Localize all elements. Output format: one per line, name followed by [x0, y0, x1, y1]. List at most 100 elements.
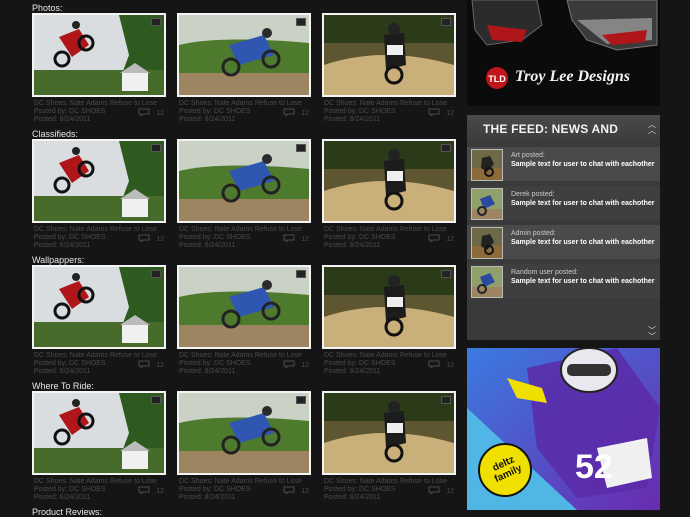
card-title[interactable]: DC Shoes: Nate Adams Refuse to Lose	[34, 478, 166, 486]
feed-item-message: Sample text for user to chat with eachot…	[511, 239, 655, 246]
card-posted-date: Posted: 8/24/2011	[34, 116, 91, 123]
photos-card[interactable]: DC Shoes: Nate Adams Refuse to Lose Poste…	[322, 13, 456, 124]
card-meta: DC Shoes: Nate Adams Refuse to Lose Poste…	[177, 100, 311, 124]
card-thumbnail[interactable]	[177, 391, 311, 475]
card-thumbnail[interactable]	[322, 139, 456, 223]
comments-icon[interactable]	[138, 108, 150, 116]
feed-item[interactable]: Derek posted: Sample text for user to ch…	[467, 186, 660, 220]
section-title-product-reviews: Product Reviews:	[32, 507, 103, 517]
card-title[interactable]: DC Shoes: Nate Adams Refuse to Lose	[179, 100, 311, 108]
section-title-wallpapers: Wallpappers:	[32, 255, 85, 265]
helmet-graphic: TLD	[467, 0, 660, 106]
thumbnail-badge-icon	[441, 144, 451, 152]
thumbnail-badge-icon	[296, 270, 306, 278]
card-meta: DC Shoes: Nate Adams Refuse to Lose Poste…	[177, 352, 311, 376]
section-title-photos: Photos:	[32, 3, 63, 13]
wallpapers-card[interactable]: DC Shoes: Nate Adams Refuse to Lose Poste…	[177, 265, 311, 376]
card-title[interactable]: DC Shoes: Nate Adams Refuse to Lose	[179, 226, 311, 234]
thumbnail-badge-icon	[296, 396, 306, 404]
card-thumbnail[interactable]	[177, 265, 311, 349]
comments-icon[interactable]	[283, 486, 295, 494]
card-meta: DC Shoes: Nate Adams Refuse to Lose Poste…	[322, 478, 456, 502]
thumbnail-badge-icon	[151, 18, 161, 26]
card-title[interactable]: DC Shoes: Nate Adams Refuse to Lose	[34, 352, 166, 360]
card-meta: DC Shoes: Nate Adams Refuse to Lose Poste…	[322, 226, 456, 250]
comment-count: 12	[301, 236, 309, 243]
comments-icon[interactable]	[283, 234, 295, 242]
comment-count: 12	[446, 488, 454, 495]
comments-icon[interactable]	[138, 234, 150, 242]
deltz-family-ad[interactable]: 52 deltz family	[467, 348, 660, 510]
card-title[interactable]: DC Shoes: Nate Adams Refuse to Lose	[324, 478, 456, 486]
comments-icon[interactable]	[428, 360, 440, 368]
race-number: 52	[575, 448, 613, 486]
feed-item-author: Random user posted:	[511, 269, 578, 276]
comment-count: 12	[446, 362, 454, 369]
section-title-where-to-ride: Where To Ride:	[32, 381, 94, 391]
comments-icon[interactable]	[428, 234, 440, 242]
feed-item-message: Sample text for user to chat with eachot…	[511, 161, 655, 168]
comments-icon[interactable]	[138, 360, 150, 368]
card-thumbnail[interactable]	[32, 139, 166, 223]
comment-count: 12	[446, 110, 454, 117]
photos-card[interactable]: DC Shoes: Nate Adams Refuse to Lose Poste…	[32, 13, 166, 124]
feed-item-thumbnail	[471, 188, 503, 220]
card-title[interactable]: DC Shoes: Nate Adams Refuse to Lose	[324, 352, 456, 360]
card-title[interactable]: DC Shoes: Nate Adams Refuse to Lose	[324, 100, 456, 108]
comments-icon[interactable]	[138, 486, 150, 494]
comments-icon[interactable]	[428, 486, 440, 494]
card-title[interactable]: DC Shoes: Nate Adams Refuse to Lose	[324, 226, 456, 234]
card-thumbnail[interactable]	[32, 13, 166, 97]
card-meta: DC Shoes: Nate Adams Refuse to Lose Poste…	[32, 226, 166, 250]
card-title[interactable]: DC Shoes: Nate Adams Refuse to Lose	[34, 100, 166, 108]
classifieds-card[interactable]: DC Shoes: Nate Adams Refuse to Lose Poste…	[177, 139, 311, 250]
feed-item[interactable]: Random user posted: Sample text for user…	[467, 264, 660, 298]
card-thumbnail[interactable]	[32, 391, 166, 475]
card-meta: DC Shoes: Nate Adams Refuse to Lose Poste…	[322, 352, 456, 376]
card-thumbnail[interactable]	[322, 13, 456, 97]
card-title[interactable]: DC Shoes: Nate Adams Refuse to Lose	[34, 226, 166, 234]
feed-item[interactable]: Art posted: Sample text for user to chat…	[467, 147, 660, 181]
comments-icon[interactable]	[283, 108, 295, 116]
card-thumbnail[interactable]	[322, 391, 456, 475]
feed-item-thumbnail	[471, 227, 503, 259]
feed-item-message: Sample text for user to chat with eachot…	[511, 278, 655, 285]
feed-item[interactable]: Admin posted: Sample text for user to ch…	[467, 225, 660, 259]
feed-item-thumbnail	[471, 149, 503, 181]
card-title[interactable]: DC Shoes: Nate Adams Refuse to Lose	[179, 352, 311, 360]
card-posted-date: Posted: 8/24/2011	[324, 116, 381, 123]
card-thumbnail[interactable]	[32, 265, 166, 349]
feed-item-message: Sample text for user to chat with eachot…	[511, 200, 655, 207]
comments-icon[interactable]	[428, 108, 440, 116]
thumbnail-badge-icon	[441, 18, 451, 26]
card-meta: DC Shoes: Nate Adams Refuse to Lose Poste…	[32, 100, 166, 124]
wallpapers-card[interactable]: DC Shoes: Nate Adams Refuse to Lose Poste…	[32, 265, 166, 376]
comment-count: 12	[301, 362, 309, 369]
card-thumbnail[interactable]	[322, 265, 456, 349]
card-posted-date: Posted: 8/24/2011	[179, 494, 236, 501]
card-posted-date: Posted: 8/24/2011	[324, 368, 381, 375]
troy-lee-designs-ad[interactable]: TLD Troy Lee Designs	[467, 0, 660, 106]
where-to-ride-card[interactable]: DC Shoes: Nate Adams Refuse to Lose Poste…	[32, 391, 166, 502]
wallpapers-card[interactable]: DC Shoes: Nate Adams Refuse to Lose Poste…	[322, 265, 456, 376]
svg-text:TLD: TLD	[488, 74, 506, 84]
feed-item-author: Art posted:	[511, 152, 545, 159]
comments-icon[interactable]	[283, 360, 295, 368]
comment-count: 12	[301, 488, 309, 495]
feed-scroll-up-icon[interactable]: ︿ ︿	[648, 121, 656, 135]
troy-lee-designs-logo-text: Troy Lee Designs	[515, 68, 630, 85]
photos-card[interactable]: DC Shoes: Nate Adams Refuse to Lose Poste…	[177, 13, 311, 124]
card-meta: DC Shoes: Nate Adams Refuse to Lose Poste…	[177, 478, 311, 502]
feed-item-author: Admin posted:	[511, 230, 556, 237]
card-posted-date: Posted: 8/24/2011	[324, 242, 381, 249]
card-title[interactable]: DC Shoes: Nate Adams Refuse to Lose	[179, 478, 311, 486]
feed-item-thumbnail	[471, 266, 503, 298]
where-to-ride-card[interactable]: DC Shoes: Nate Adams Refuse to Lose Poste…	[322, 391, 456, 502]
classifieds-card[interactable]: DC Shoes: Nate Adams Refuse to Lose Poste…	[32, 139, 166, 250]
where-to-ride-card[interactable]: DC Shoes: Nate Adams Refuse to Lose Poste…	[177, 391, 311, 502]
card-thumbnail[interactable]	[177, 139, 311, 223]
card-thumbnail[interactable]	[177, 13, 311, 97]
thumbnail-badge-icon	[441, 270, 451, 278]
classifieds-card[interactable]: DC Shoes: Nate Adams Refuse to Lose Poste…	[322, 139, 456, 250]
feed-scroll-down-icon[interactable]: ﹀ ﹀	[648, 327, 656, 341]
